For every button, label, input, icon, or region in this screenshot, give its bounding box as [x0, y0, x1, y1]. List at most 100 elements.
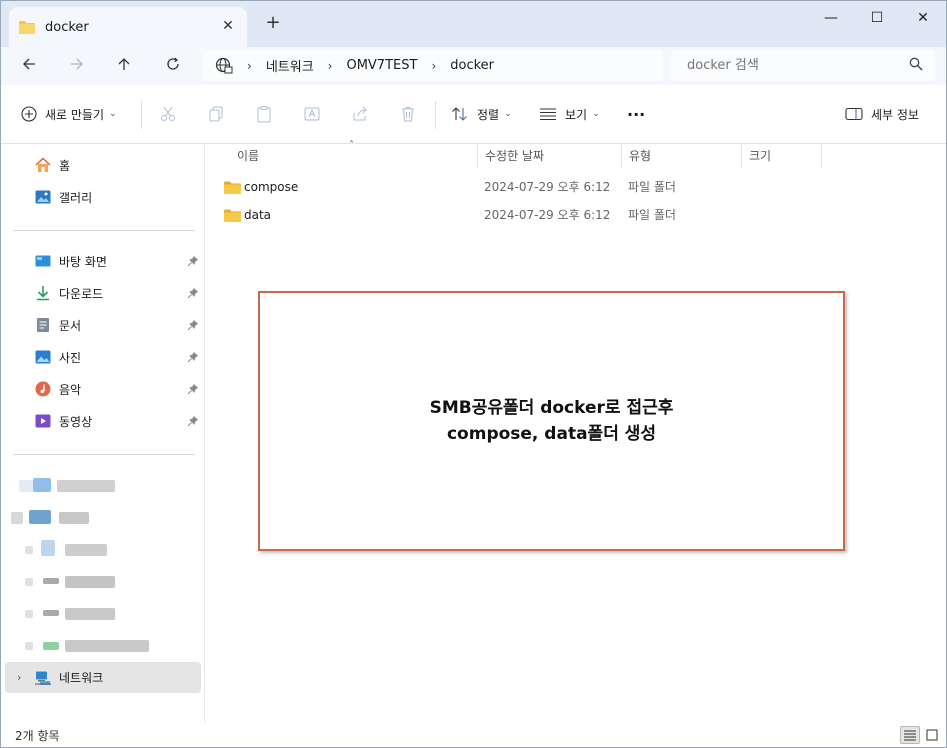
tiles-view-button[interactable] [922, 726, 942, 744]
table-row[interactable]: compose 2024-07-29 오후 6:12 파일 폴더 [219, 174, 939, 200]
address-bar[interactable]: › 네트워크 › OMV7TEST › docker [203, 50, 663, 81]
forward-button[interactable] [64, 53, 90, 79]
network-globe-icon [215, 57, 233, 73]
pin-icon[interactable] [187, 255, 199, 267]
obscured-sidebar-item[interactable] [1, 538, 201, 562]
copy-icon [209, 106, 223, 122]
obscured-sidebar-item[interactable] [1, 602, 201, 626]
folder-icon [224, 209, 241, 222]
file-name: compose [244, 180, 299, 194]
clipboard-icon [257, 106, 271, 123]
more-options-button[interactable]: ··· [627, 103, 645, 125]
sort-icon [452, 107, 467, 121]
sort-button[interactable]: 정렬 ⌄ [451, 103, 512, 125]
breadcrumb-omv7test[interactable]: OMV7TEST [346, 58, 417, 73]
sidebar-item-label: 음악 [59, 382, 82, 397]
annotation-line-1: SMB공유폴더 docker로 접근후 [429, 398, 674, 418]
new-button-label: 새로 만들기 [45, 107, 105, 122]
pin-icon[interactable] [187, 415, 199, 427]
column-header-type[interactable]: 유형 [621, 144, 741, 170]
plus-circle-icon [21, 106, 37, 122]
sidebar-divider [13, 230, 195, 231]
item-count: 2개 항목 [15, 729, 60, 743]
sidebar-item-home[interactable]: 홈 [5, 150, 201, 180]
details-view-button[interactable] [900, 726, 920, 744]
obscured-sidebar-item[interactable] [1, 634, 201, 658]
arrow-right-icon [71, 58, 83, 70]
sidebar-item-desktop[interactable]: 바탕 화면 [5, 246, 201, 276]
pin-icon[interactable] [187, 351, 199, 363]
details-pane-button[interactable]: 세부 정보 [845, 103, 919, 125]
details-view-icon [904, 730, 916, 741]
sort-button-label: 정렬 [477, 107, 500, 122]
pin-icon[interactable] [187, 319, 199, 331]
scissors-icon [161, 106, 175, 121]
gallery-icon [35, 190, 51, 204]
new-button[interactable]: 새로 만들기 ⌄ [21, 103, 117, 125]
chevron-right-icon[interactable]: › [17, 671, 21, 684]
cut-button[interactable] [159, 103, 185, 125]
title-bar: docker ✕ + — ☐ ✕ [1, 1, 946, 47]
obscured-sidebar-item[interactable] [1, 570, 201, 594]
view-button[interactable]: 보기 ⌄ [539, 103, 600, 125]
command-bar: 새로 만들기 ⌄ 정렬 ⌄ 보기 ⌄ ··· 세부 정보 [1, 85, 946, 144]
column-header-name[interactable]: 이름 [229, 144, 477, 170]
column-header-date[interactable]: 수정한 날짜 [477, 144, 621, 170]
breadcrumb-network[interactable]: 네트워크 [266, 56, 314, 75]
sidebar-item-pictures[interactable]: 사진 [5, 342, 201, 372]
sidebar-item-documents[interactable]: 문서 [5, 310, 201, 340]
pin-icon[interactable] [187, 383, 199, 395]
music-icon [35, 381, 51, 397]
sidebar-item-label: 네트워크 [59, 671, 104, 685]
search-icon[interactable] [909, 57, 923, 71]
tab-docker[interactable]: docker ✕ [9, 7, 247, 47]
file-name: data [244, 208, 272, 222]
close-window-button[interactable]: ✕ [900, 5, 946, 31]
share-button[interactable] [351, 103, 377, 125]
column-header-size[interactable]: 크기 [741, 144, 821, 170]
share-icon [353, 106, 367, 121]
list-view-icon [540, 108, 556, 121]
minimize-button[interactable]: — [808, 5, 854, 31]
sidebar-item-videos[interactable]: 동영상 [5, 406, 201, 436]
back-button[interactable] [16, 53, 42, 79]
sidebar-item-label: 갤러리 [59, 190, 93, 205]
rename-button[interactable] [303, 103, 329, 125]
toolbar-divider [141, 101, 142, 129]
view-button-label: 보기 [565, 107, 588, 122]
sidebar-item-label: 다운로드 [59, 286, 104, 301]
sidebar-item-network[interactable]: › 네트워크 [5, 662, 201, 693]
chevron-down-icon: ⌄ [109, 109, 117, 119]
file-date: 2024-07-29 오후 6:12 [484, 208, 611, 222]
up-button[interactable] [111, 53, 137, 79]
refresh-button[interactable] [160, 53, 186, 79]
folder-icon [224, 181, 241, 194]
table-row[interactable]: data 2024-07-29 오후 6:12 파일 폴더 [219, 202, 939, 228]
toolbar-divider [435, 101, 436, 129]
delete-button[interactable] [399, 103, 425, 125]
download-icon [37, 286, 49, 301]
search-input[interactable] [671, 50, 935, 81]
pin-icon[interactable] [187, 287, 199, 299]
copy-button[interactable] [207, 103, 233, 125]
status-bar: 2개 항목 [1, 723, 946, 747]
navigation-pane: 홈 갤러리 바탕 화면 다운로드 문서 사진 음악 동영상 › 네트워크 [1, 144, 205, 723]
trash-icon [402, 107, 414, 122]
sidebar-divider [13, 454, 195, 455]
obscured-sidebar-item[interactable] [1, 474, 201, 498]
column-divider[interactable] [821, 144, 822, 168]
sidebar-item-music[interactable]: 음악 [5, 374, 201, 404]
paste-button[interactable] [255, 103, 281, 125]
breadcrumb-separator[interactable]: › [328, 59, 333, 73]
chevron-down-icon: ⌄ [592, 109, 600, 119]
maximize-button[interactable]: ☐ [854, 5, 900, 31]
tab-title: docker [45, 19, 89, 35]
sidebar-item-label: 동영상 [59, 414, 93, 429]
obscured-sidebar-item[interactable] [1, 506, 201, 530]
sidebar-item-downloads[interactable]: 다운로드 [5, 278, 201, 308]
new-tab-button[interactable]: + [263, 13, 283, 33]
breadcrumb-separator[interactable]: › [431, 59, 436, 73]
breadcrumb-docker[interactable]: docker [450, 58, 494, 73]
close-tab-icon[interactable]: ✕ [219, 17, 237, 35]
sidebar-item-gallery[interactable]: 갤러리 [5, 182, 201, 212]
